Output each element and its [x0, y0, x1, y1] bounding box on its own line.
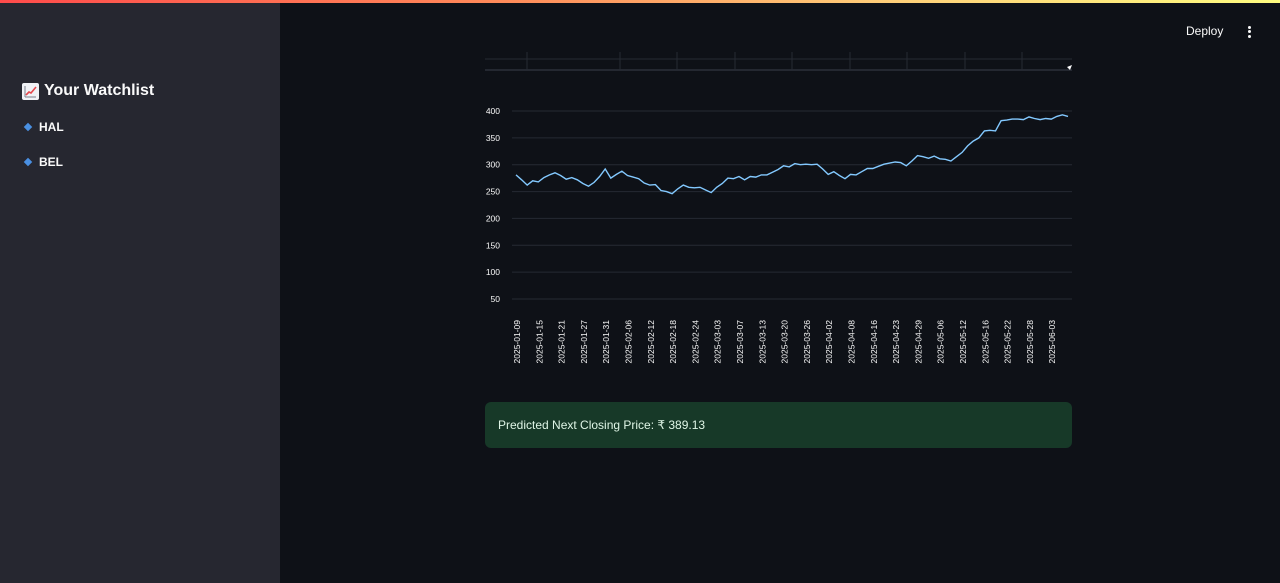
watchlist-item-label: BEL: [39, 155, 63, 169]
x-tick-label: 2025-05-06: [936, 320, 946, 364]
x-tick-label: 2025-04-02: [824, 320, 834, 364]
watchlist-item-hal[interactable]: HAL: [23, 120, 64, 134]
y-tick-label: 250: [486, 187, 500, 197]
y-tick-label: 300: [486, 160, 500, 170]
x-tick-label: 2025-04-08: [847, 320, 857, 364]
vertical-ellipsis-icon[interactable]: [1244, 24, 1254, 40]
x-tick-label: 2025-04-29: [913, 320, 923, 364]
y-tick-label: 150: [486, 240, 500, 250]
x-tick-label: 2025-03-20: [780, 320, 790, 364]
prediction-alert: Predicted Next Closing Price: ₹ 389.13: [485, 402, 1072, 448]
x-tick-label: 2025-02-24: [690, 320, 700, 364]
x-tick-label: 2025-05-22: [1003, 320, 1013, 364]
prediction-text: Predicted Next Closing Price: ₹ 389.13: [498, 418, 706, 432]
x-tick-label: 2025-04-23: [891, 320, 901, 364]
x-tick-label: 2025-01-09: [512, 320, 522, 364]
x-tick-label: 2025-04-16: [869, 320, 879, 364]
chart-increasing-icon: [22, 82, 39, 100]
x-tick-label: 2025-06-03: [1047, 320, 1057, 364]
top-decoration-stripe: [0, 0, 1280, 3]
y-tick-label: 350: [486, 133, 500, 143]
y-tick-label: 50: [491, 294, 501, 304]
x-tick-label: 2025-01-15: [534, 320, 544, 364]
watchlist-title: Your Watchlist: [22, 82, 154, 100]
x-tick-label: 2025-02-18: [668, 320, 678, 364]
x-tick-label: 2025-03-03: [713, 320, 723, 364]
x-tick-label: 2025-01-27: [579, 320, 589, 364]
watchlist-item-label: HAL: [39, 120, 64, 134]
price-line-chart[interactable]: 50 100 150 200 250 300 350 400 2025-01-09 2025-0…: [485, 100, 1075, 370]
x-tick-label: 2025-01-21: [557, 320, 567, 364]
x-tick-label: 2025-03-26: [802, 320, 812, 364]
watchlist-title-text: Your Watchlist: [44, 82, 155, 99]
diamond-icon: [23, 122, 33, 132]
watchlist-item-bel[interactable]: BEL: [23, 155, 63, 169]
y-tick-label: 200: [486, 213, 500, 223]
y-tick-label: 400: [486, 106, 500, 116]
sidebar: Your Watchlist HAL BEL: [0, 0, 280, 583]
y-tick-label: 100: [486, 267, 500, 277]
x-tick-label: 2025-01-31: [601, 320, 611, 364]
price-series-line: [515, 114, 1069, 195]
x-tick-label: 2025-03-13: [757, 320, 767, 364]
x-tick-label: 2025-02-06: [624, 320, 634, 364]
x-tick-label: 2025-05-28: [1025, 320, 1035, 364]
x-tick-label: 2025-03-07: [735, 320, 745, 364]
x-tick-label: 2025-05-12: [958, 320, 968, 364]
x-tick-label: 2025-02-12: [646, 320, 656, 364]
diamond-icon: [23, 157, 33, 167]
deploy-button[interactable]: Deploy: [1186, 24, 1223, 38]
x-tick-label: 2025-05-16: [980, 320, 990, 364]
previous-chart-fragment: [485, 52, 1072, 71]
